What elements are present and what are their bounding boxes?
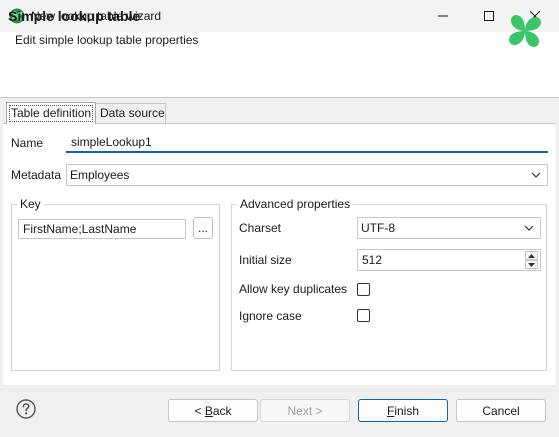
- cancel-button[interactable]: Cancel: [456, 399, 546, 422]
- finish-mnemonic: F: [386, 403, 395, 418]
- chevron-down-icon: [524, 225, 534, 231]
- tab-label: Table definition: [11, 106, 92, 120]
- maximize-icon: [484, 11, 494, 21]
- tab-data-source[interactable]: Data source: [96, 103, 166, 123]
- page-subtitle: Edit simple lookup table properties: [15, 33, 199, 47]
- back-mnemonic: B: [204, 403, 213, 418]
- ignore-case-checkbox[interactable]: [357, 309, 370, 322]
- back-rest: ack: [212, 403, 232, 418]
- clover-logo-icon: [509, 15, 541, 47]
- advanced-properties-legend: Advanced properties: [237, 197, 354, 211]
- caret-up-icon: [528, 253, 535, 258]
- allow-duplicates-checkbox[interactable]: [357, 283, 370, 296]
- caret-down-icon: [528, 262, 535, 267]
- help-icon[interactable]: [16, 399, 36, 419]
- metadata-select[interactable]: Employees: [66, 164, 548, 186]
- spin-down-button[interactable]: [525, 260, 538, 269]
- key-field[interactable]: [18, 219, 186, 239]
- tab-label: Data source: [100, 106, 165, 120]
- minimize-icon: [438, 15, 448, 17]
- page-title: Simple lookup table: [8, 8, 141, 24]
- chevron-down-icon: [531, 172, 541, 178]
- name-field[interactable]: [66, 133, 548, 153]
- spin-up-button[interactable]: [525, 251, 538, 260]
- ignore-case-label: Ignore case: [239, 309, 302, 323]
- allow-duplicates-label: Allow key duplicates: [239, 282, 348, 296]
- charset-select[interactable]: UTF-8: [357, 217, 541, 239]
- back-button[interactable]: < Back: [168, 399, 258, 422]
- minimize-button[interactable]: [420, 0, 466, 32]
- next-button[interactable]: Next >: [260, 399, 350, 422]
- finish-rest: inish: [394, 403, 420, 418]
- back-prefix: <: [194, 403, 205, 418]
- charset-label: Charset: [239, 221, 282, 235]
- initial-size-spinner[interactable]: 512: [357, 249, 541, 271]
- key-browse-button[interactable]: ...: [193, 217, 213, 239]
- key-group-legend: Key: [17, 197, 44, 211]
- metadata-value: Employees: [70, 168, 130, 182]
- metadata-label: Metadata: [11, 168, 62, 182]
- tab-table-definition[interactable]: Table definition: [6, 102, 96, 124]
- charset-value: UTF-8: [361, 221, 395, 235]
- finish-button[interactable]: Finish: [358, 399, 448, 422]
- initial-size-label: Initial size: [239, 253, 292, 267]
- name-label: Name: [11, 136, 44, 150]
- initial-size-value: 512: [362, 253, 383, 267]
